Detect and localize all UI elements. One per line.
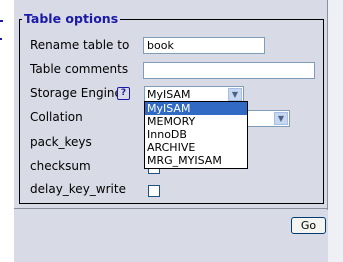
dropdown-option-archive[interactable]: ARCHIVE (145, 141, 247, 154)
dropdown-option-myisam[interactable]: MyISAM (145, 102, 247, 115)
storage-engine-label: Storage Engine (30, 86, 122, 100)
dropdown-option-mrg-myisam[interactable]: MRG_MYISAM (145, 154, 247, 167)
collation-label: Collation (30, 110, 83, 124)
collation-select[interactable]: ▼ (244, 110, 290, 127)
chevron-down-icon[interactable]: ▼ (228, 88, 242, 101)
dropdown-option-memory[interactable]: MEMORY (145, 115, 247, 128)
fieldset-legend: Table options (22, 10, 121, 28)
go-button[interactable]: Go (291, 217, 326, 234)
left-bullet (0, 38, 2, 40)
table-comments-input[interactable] (143, 62, 315, 79)
rename-table-label: Rename table to (30, 38, 130, 52)
help-icon[interactable]: ? (117, 87, 130, 100)
right-strip (328, 0, 343, 262)
delay-key-write-checkbox[interactable] (148, 185, 160, 197)
rename-table-input[interactable] (143, 37, 265, 54)
delay-key-write-label: delay_key_write (30, 182, 126, 196)
dropdown-option-innodb[interactable]: InnoDB (145, 128, 247, 141)
table-comments-label: Table comments (30, 62, 129, 76)
storage-engine-value: MyISAM (147, 88, 191, 101)
footer-divider (14, 208, 328, 209)
left-bullet (0, 20, 3, 22)
chevron-down-icon[interactable]: ▼ (274, 112, 288, 125)
checksum-label: checksum (30, 159, 91, 173)
pack-keys-label: pack_keys (30, 135, 92, 149)
storage-engine-dropdown-list: MyISAM MEMORY InnoDB ARCHIVE MRG_MYISAM (144, 101, 248, 169)
